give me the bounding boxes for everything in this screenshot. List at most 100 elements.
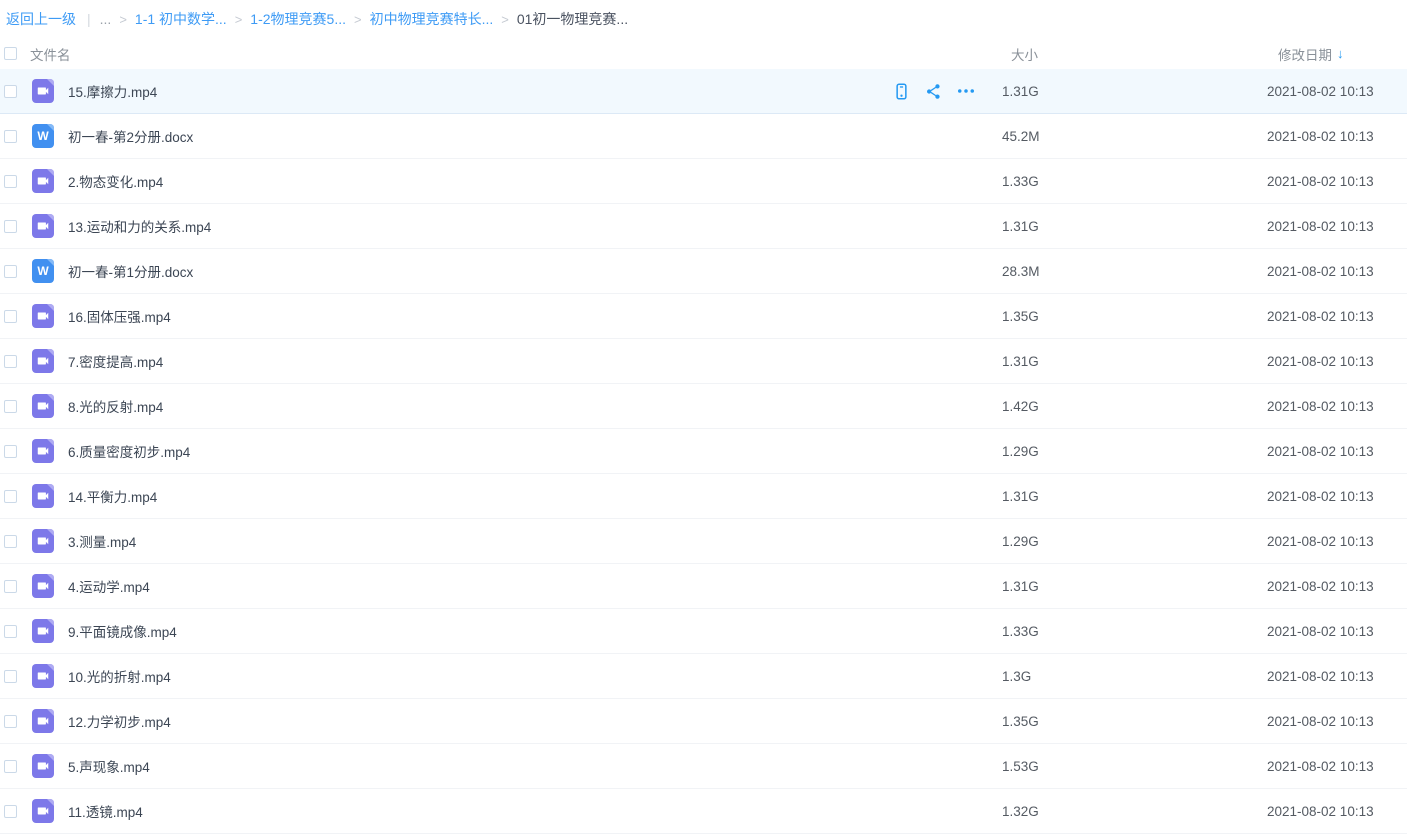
table-row[interactable]: 9.平面镜成像.mp4 1.33G 2021-08-02 10:13 [0,609,1407,654]
row-checkbox[interactable] [4,624,17,638]
table-row[interactable]: 10.光的折射.mp4 1.3G 2021-08-02 10:13 [0,654,1407,699]
file-date: 2021-08-02 10:13 [1267,623,1374,639]
file-name[interactable]: 初一春-第2分册.docx [68,126,891,146]
row-checkbox[interactable] [4,129,17,143]
row-checkbox[interactable] [4,399,17,413]
table-row[interactable]: 6.质量密度初步.mp4 1.29G 2021-08-02 10:13 [0,429,1407,474]
file-size: 1.35G [1002,713,1039,729]
file-size: 1.31G [1002,83,1039,99]
back-to-parent-link[interactable]: 返回上一级 [6,9,76,29]
table-row[interactable]: 2.物态变化.mp4 1.33G 2021-08-02 10:13 [0,159,1407,204]
file-date: 2021-08-02 10:13 [1267,308,1374,324]
table-row[interactable]: 13.运动和力的关系.mp4 1.31G 2021-08-02 10:13 [0,204,1407,249]
select-all-checkbox[interactable] [4,47,17,60]
file-date: 2021-08-02 10:13 [1267,443,1374,459]
row-checkbox[interactable] [4,309,17,323]
table-row[interactable]: 3.测量.mp4 1.29G 2021-08-02 10:13 [0,519,1407,564]
column-header-size[interactable]: 大小 [1002,44,1267,64]
file-size: 1.3G [1002,668,1032,684]
table-row[interactable]: W 初一春-第2分册.docx 45.2M 2021-08-02 10:13 [0,114,1407,159]
video-file-icon [32,439,54,463]
row-checkbox[interactable] [4,354,17,368]
breadcrumb-link[interactable]: 1-2物理竞赛5... [250,9,346,29]
file-name[interactable]: 2.物态变化.mp4 [68,171,891,191]
file-date: 2021-08-02 10:13 [1267,218,1374,234]
file-size: 1.31G [1002,488,1039,504]
file-date: 2021-08-02 10:13 [1267,83,1374,99]
file-date: 2021-08-02 10:13 [1267,398,1374,414]
file-date: 2021-08-02 10:13 [1267,668,1374,684]
send-to-phone-button[interactable] [891,81,912,102]
file-size: 1.33G [1002,623,1039,639]
row-checkbox[interactable] [4,264,17,278]
share-button[interactable] [923,81,944,102]
file-name[interactable]: 13.运动和力的关系.mp4 [68,216,891,236]
file-date: 2021-08-02 10:13 [1267,263,1374,279]
video-camera-icon [37,672,49,680]
file-name[interactable]: 11.透镜.mp4 [68,801,891,821]
table-row[interactable]: 14.平衡力.mp4 1.31G 2021-08-02 10:13 [0,474,1407,519]
video-camera-icon [37,582,49,590]
row-checkbox[interactable] [4,174,17,188]
file-name[interactable]: 10.光的折射.mp4 [68,666,891,686]
row-checkbox[interactable] [4,579,17,593]
file-name[interactable]: 7.密度提高.mp4 [68,351,891,371]
file-name[interactable]: 5.声现象.mp4 [68,756,891,776]
row-checkbox[interactable] [4,444,17,458]
breadcrumb-link[interactable]: 1-1 初中数学... [135,9,227,29]
more-icon [957,89,974,93]
file-name[interactable]: 8.光的反射.mp4 [68,396,891,416]
file-size: 1.31G [1002,353,1039,369]
table-row[interactable]: 11.透镜.mp4 1.32G 2021-08-02 10:13 [0,789,1407,834]
breadcrumb-pipe-divider: | [87,11,91,27]
file-name[interactable]: 3.测量.mp4 [68,531,891,551]
video-file-icon [32,799,54,823]
table-row[interactable]: 7.密度提高.mp4 1.31G 2021-08-02 10:13 [0,339,1407,384]
table-row[interactable]: 16.固体压强.mp4 1.35G 2021-08-02 10:13 [0,294,1407,339]
row-checkbox[interactable] [4,669,17,683]
breadcrumb-collapsed-root[interactable]: ... [100,11,112,27]
file-name[interactable]: 14.平衡力.mp4 [68,486,891,506]
file-size: 1.29G [1002,443,1039,459]
table-row[interactable]: 5.声现象.mp4 1.53G 2021-08-02 10:13 [0,744,1407,789]
video-file-icon [32,709,54,733]
column-header-date[interactable]: 修改日期 ↓ [1267,44,1407,64]
more-actions-button[interactable] [955,81,976,102]
table-row[interactable]: 8.光的反射.mp4 1.42G 2021-08-02 10:13 [0,384,1407,429]
table-row[interactable]: W 初一春-第1分册.docx 28.3M 2021-08-02 10:13 [0,249,1407,294]
video-camera-icon [37,312,49,320]
row-checkbox[interactable] [4,534,17,548]
sort-descending-icon[interactable]: ↓ [1337,46,1344,61]
file-size: 1.32G [1002,803,1039,819]
breadcrumb-link[interactable]: 初中物理竞赛特长... [370,9,494,29]
column-header-filename: 文件名 [30,47,71,63]
file-date: 2021-08-02 10:13 [1267,758,1374,774]
file-name[interactable]: 6.质量密度初步.mp4 [68,441,891,461]
table-row[interactable]: 15.摩擦力.mp4 1.31G 2021-08-02 10:13 [0,69,1407,114]
table-row[interactable]: 4.运动学.mp4 1.31G 2021-08-02 10:13 [0,564,1407,609]
file-list: 15.摩擦力.mp4 1.31G 2021-08-02 10:13 W 初一春-… [0,69,1407,834]
row-checkbox[interactable] [4,219,17,233]
file-name[interactable]: 12.力学初步.mp4 [68,711,891,731]
file-name[interactable]: 9.平面镜成像.mp4 [68,621,891,641]
table-row[interactable]: 12.力学初步.mp4 1.35G 2021-08-02 10:13 [0,699,1407,744]
file-name[interactable]: 16.固体压强.mp4 [68,306,891,326]
file-name[interactable]: 初一春-第1分册.docx [68,261,891,281]
breadcrumb-separator-icon: > [119,11,127,27]
file-date: 2021-08-02 10:13 [1267,173,1374,189]
video-camera-icon [37,492,49,500]
video-camera-icon [37,537,49,545]
file-name[interactable]: 15.摩擦力.mp4 [68,81,891,101]
row-checkbox[interactable] [4,84,17,98]
row-checkbox[interactable] [4,759,17,773]
video-camera-icon [37,807,49,815]
row-checkbox[interactable] [4,804,17,818]
row-checkbox[interactable] [4,489,17,503]
video-camera-icon [37,222,49,230]
video-file-icon [32,754,54,778]
phone-icon [896,82,907,100]
file-date: 2021-08-02 10:13 [1267,353,1374,369]
row-checkbox[interactable] [4,714,17,728]
file-size: 1.31G [1002,578,1039,594]
file-name[interactable]: 4.运动学.mp4 [68,576,891,596]
